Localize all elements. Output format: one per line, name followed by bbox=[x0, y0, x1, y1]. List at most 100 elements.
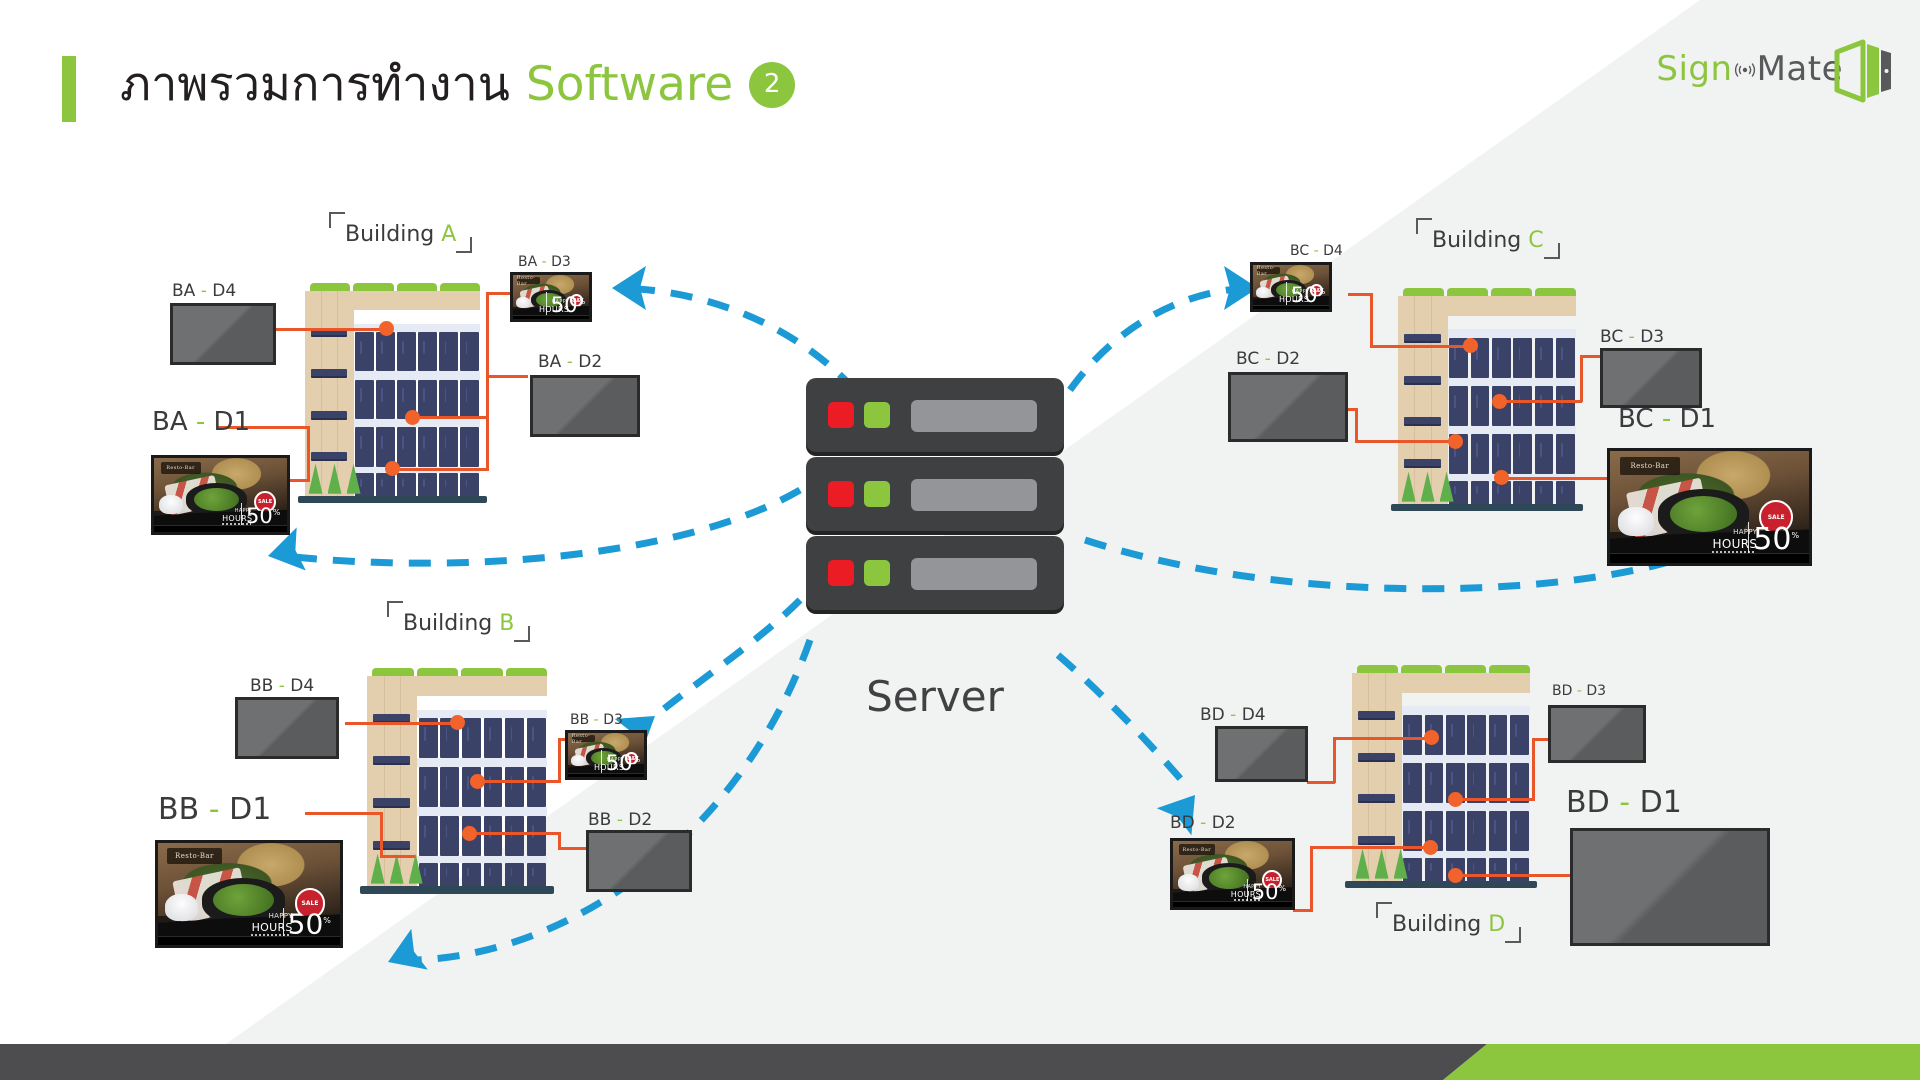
display-bb-d3[interactable]: Resto-Bar SALE HAPPY HOURS 50% bbox=[565, 730, 647, 780]
display-bd-d2[interactable]: Resto-Bar SALE HAPPY HOURS 50% bbox=[1170, 838, 1295, 910]
bracket-top-left bbox=[1416, 218, 1432, 234]
display-bc-d3[interactable] bbox=[1600, 348, 1702, 408]
node-ba-d3[interactable] bbox=[405, 410, 420, 425]
ad-discount-unit: % bbox=[272, 508, 281, 518]
display-ba-d4[interactable] bbox=[170, 303, 276, 365]
bracket-bottom-right bbox=[1505, 927, 1522, 943]
display-bb-d2[interactable] bbox=[586, 830, 692, 892]
display-bb-d1[interactable]: Resto-Bar SALE HAPPY HOURS 50% bbox=[155, 840, 343, 948]
wifi-icon bbox=[1734, 49, 1756, 89]
display-ba-d1[interactable]: Resto-Bar SALE HAPPY HOURS 50% bbox=[151, 455, 290, 535]
label-bb-d3: BB - D3 bbox=[570, 712, 623, 728]
server-unit-3[interactable] bbox=[806, 536, 1064, 610]
node-bd-d1[interactable] bbox=[1448, 868, 1463, 883]
ad-discount-unit: % bbox=[1278, 883, 1287, 893]
ad-brand: Resto-Bar bbox=[1256, 265, 1280, 277]
page-title-thai: ภาพรวมการทำงาน bbox=[120, 57, 510, 112]
building-window-grid bbox=[1447, 329, 1576, 506]
node-bc-d2[interactable] bbox=[1448, 434, 1463, 449]
ad-creative: Resto-Bar SALE HAPPY HOURS 50% bbox=[568, 733, 644, 777]
display-bc-d4[interactable]: Resto-Bar SALE HAPPY HOURS 50% bbox=[1250, 262, 1332, 312]
display-ba-d3[interactable]: Resto-Bar SALE HAPPY HOURS 50% bbox=[510, 272, 592, 322]
page-title-english: Software bbox=[525, 57, 734, 112]
ad-brand: Resto-Bar bbox=[160, 461, 201, 474]
label-bd-d1: BD - D1 bbox=[1566, 785, 1682, 820]
display-ba-d2[interactable] bbox=[530, 375, 640, 437]
label-bd-d3: BD - D3 bbox=[1552, 683, 1607, 699]
server-front-panel bbox=[911, 400, 1037, 432]
display-bd-d1[interactable] bbox=[1570, 828, 1770, 946]
ad-brand: Resto-Bar bbox=[1619, 456, 1680, 475]
display-bc-d2[interactable] bbox=[1228, 372, 1348, 442]
ad-discount: 50 bbox=[605, 751, 633, 776]
logo-wordmark: Sign Mate bbox=[1656, 49, 1843, 89]
label-ba-d4: BA - D4 bbox=[172, 281, 237, 301]
ad-creative: Resto-Bar SALE HAPPY HOURS 50% bbox=[154, 458, 287, 532]
building-b-label: Building B bbox=[387, 601, 531, 642]
ad-creative: Resto-Bar SALE HAPPY HOURS 50% bbox=[1610, 451, 1809, 563]
label-bc-d3: BC - D3 bbox=[1600, 327, 1665, 347]
slide-canvas: ภาพรวมการทำงาน Software 2 Sign Mate Serv… bbox=[0, 0, 1920, 1080]
building-base bbox=[1344, 881, 1538, 889]
building-b-label-id: B bbox=[499, 611, 515, 636]
server-rack[interactable] bbox=[806, 378, 1064, 615]
building-trees bbox=[1355, 848, 1408, 879]
node-bd-d4[interactable] bbox=[1424, 730, 1439, 745]
building-trees bbox=[370, 853, 423, 884]
page-number-badge: 2 bbox=[749, 62, 796, 108]
node-bb-d3[interactable] bbox=[470, 774, 485, 789]
server-unit-2[interactable] bbox=[806, 457, 1064, 531]
node-bc-d1[interactable] bbox=[1494, 470, 1509, 485]
node-bd-d2[interactable] bbox=[1423, 840, 1438, 855]
ad-creative: Resto-Bar SALE HAPPY HOURS 50% bbox=[513, 275, 589, 319]
node-ba-d2[interactable] bbox=[385, 461, 400, 476]
label-bd-d4: BD - D4 bbox=[1200, 705, 1266, 725]
node-bd-d3[interactable] bbox=[1448, 792, 1463, 807]
display-bd-d3[interactable] bbox=[1548, 705, 1646, 763]
label-bb-d2: BB - D2 bbox=[588, 810, 653, 830]
title-accent-bar bbox=[62, 56, 76, 122]
bracket-top-left bbox=[387, 601, 403, 617]
label-ba-d1: BA - D1 bbox=[152, 407, 251, 437]
ad-discount-unit: % bbox=[577, 297, 586, 307]
ad-brand: Resto-Bar bbox=[1178, 844, 1215, 855]
signmate-logo: Sign Mate bbox=[1656, 38, 1891, 103]
status-led-green bbox=[864, 560, 890, 586]
ad-brand: Resto-Bar bbox=[167, 848, 222, 865]
building-c bbox=[1390, 288, 1584, 512]
building-window-grid bbox=[417, 709, 547, 888]
label-bb-d4: BB - D4 bbox=[250, 676, 315, 696]
node-bb-d2[interactable] bbox=[462, 826, 477, 841]
building-c-label-id: C bbox=[1528, 228, 1544, 253]
bracket-top-left bbox=[329, 212, 345, 228]
ad-discount: 50 bbox=[550, 293, 578, 318]
node-bc-d4[interactable] bbox=[1463, 338, 1478, 353]
ad-discount-unit: % bbox=[323, 915, 331, 925]
building-a-label-prefix: Building bbox=[345, 222, 435, 247]
node-bb-d4[interactable] bbox=[450, 715, 465, 730]
ad-discount-unit: % bbox=[632, 755, 641, 765]
node-bc-d3[interactable] bbox=[1492, 394, 1507, 409]
ad-brand: Resto-Bar bbox=[571, 733, 595, 745]
server-unit-1[interactable] bbox=[806, 378, 1064, 452]
display-bc-d1[interactable]: Resto-Bar SALE HAPPY HOURS 50% bbox=[1607, 448, 1812, 566]
ad-discount-unit: % bbox=[1791, 531, 1800, 541]
bracket-top-left bbox=[1376, 902, 1392, 918]
building-trees bbox=[1401, 471, 1454, 502]
label-bb-d1: BB - D1 bbox=[158, 792, 272, 827]
ad-brand: Resto-Bar bbox=[516, 275, 540, 287]
status-led-green bbox=[864, 481, 890, 507]
server-label: Server bbox=[866, 672, 1004, 721]
bracket-bottom-right bbox=[1543, 243, 1560, 259]
logo-text-mate: Mate bbox=[1756, 49, 1843, 89]
display-bb-d4[interactable] bbox=[235, 697, 339, 759]
label-bc-d2: BC - D2 bbox=[1236, 349, 1301, 369]
building-window-grid bbox=[1401, 706, 1530, 883]
building-c-label: Building C bbox=[1416, 218, 1560, 259]
node-ba-d4[interactable] bbox=[379, 321, 394, 336]
ad-discount-unit: % bbox=[1317, 287, 1326, 297]
ad-discount: 50 bbox=[1290, 283, 1318, 308]
display-bd-d4[interactable] bbox=[1215, 726, 1308, 782]
ad-creative: Resto-Bar SALE HAPPY HOURS 50% bbox=[1253, 265, 1329, 309]
slide-header: ภาพรวมการทำงาน Software 2 bbox=[0, 0, 1920, 150]
